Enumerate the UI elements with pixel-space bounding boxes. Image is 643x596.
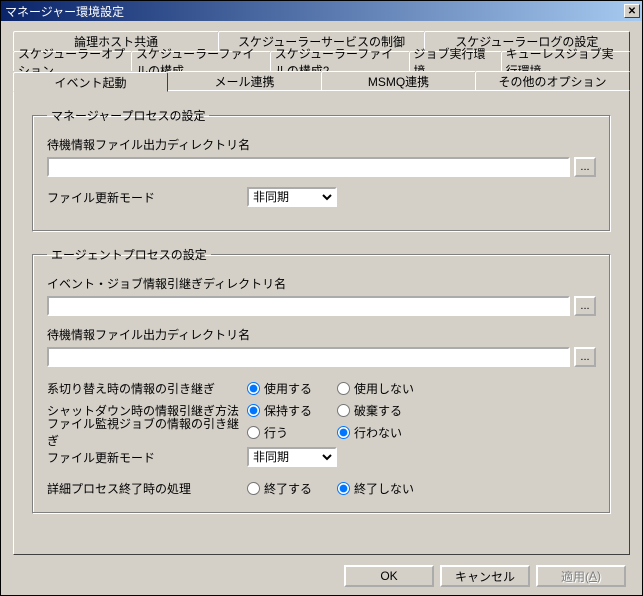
browse-mgr-wait-file-dir[interactable]: ... [574,157,596,177]
select-agent-file-update-mode[interactable]: 非同期 [247,447,337,467]
close-button[interactable]: ✕ [624,4,640,18]
ellipsis-icon: ... [580,161,589,173]
tab-scheduler-options[interactable]: スケジューラーオプション [13,51,132,71]
cancel-button[interactable]: キャンセル [440,565,530,587]
window-title: マネージャー環境設定 [5,3,124,20]
label-agent-event-job-dir: イベント・ジョブ情報引継ぎディレクトリ名 [47,275,596,292]
close-icon: ✕ [628,6,636,17]
tab-panel-event-startup: マネージャープロセスの設定 待機情報ファイル出力ディレクトリ名 ... ファイル… [13,90,630,555]
label-switchover: 系切り替え時の情報の引き継ぎ [47,380,247,397]
input-agent-event-job-dir[interactable] [47,296,570,316]
tab-mail-link[interactable]: メール連携 [167,71,322,91]
radio-filewatch-dont[interactable]: 行わない [337,424,427,441]
tab-strip: 論理ホスト共通 スケジューラーサービスの制御 スケジューラーログの設定 スケジュ… [13,31,630,91]
client-area: 論理ホスト共通 スケジューラーサービスの制御 スケジューラーログの設定 スケジュ… [1,21,642,595]
ok-button[interactable]: OK [344,565,434,587]
group-agent-process-legend: エージェントプロセスの設定 [47,246,211,263]
label-mgr-file-update-mode: ファイル更新モード [47,189,247,206]
group-manager-process: マネージャープロセスの設定 待機情報ファイル出力ディレクトリ名 ... ファイル… [32,107,611,232]
group-manager-process-legend: マネージャープロセスの設定 [47,107,209,124]
label-agent-file-update-mode: ファイル更新モード [47,449,247,466]
tab-scheduler-file-config[interactable]: スケジューラーファイルの構成 [131,51,271,71]
tab-job-exec-env[interactable]: ジョブ実行環境 [409,51,502,71]
radio-switchover-nouse[interactable]: 使用しない [337,380,427,397]
ellipsis-icon: ... [580,300,589,312]
select-mgr-file-update-mode[interactable]: 非同期 [247,187,337,207]
radio-detailproc-noend[interactable]: 終了しない [337,480,427,497]
tab-msmq-link[interactable]: MSMQ連携 [321,71,476,91]
group-agent-process: エージェントプロセスの設定 イベント・ジョブ情報引継ぎディレクトリ名 ... 待… [32,246,611,514]
window: マネージャー環境設定 ✕ 論理ホスト共通 スケジューラーサービスの制御 スケジュ… [0,0,643,596]
radio-detailproc-end[interactable]: 終了する [247,480,337,497]
tab-event-startup[interactable]: イベント起動 [13,72,168,92]
radio-shutdown-keep[interactable]: 保持する [247,402,337,419]
input-mgr-wait-file-dir[interactable] [47,157,570,177]
label-agent-wait-file-dir: 待機情報ファイル出力ディレクトリ名 [47,326,596,343]
radio-shutdown-discard[interactable]: 破棄する [337,402,427,419]
input-agent-wait-file-dir[interactable] [47,347,570,367]
browse-agent-event-job-dir[interactable]: ... [574,296,596,316]
label-mgr-wait-file-dir: 待機情報ファイル出力ディレクトリ名 [47,136,596,153]
radio-switchover-use[interactable]: 使用する [247,380,337,397]
button-bar: OK キャンセル 適用(A) [13,555,630,587]
browse-agent-wait-file-dir[interactable]: ... [574,347,596,367]
apply-button[interactable]: 適用(A) [536,565,626,587]
radio-filewatch-do[interactable]: 行う [247,424,337,441]
label-detailproc: 詳細プロセス終了時の処理 [47,480,247,497]
ellipsis-icon: ... [580,351,589,363]
tab-other-options[interactable]: その他のオプション [475,71,630,91]
tab-queueless-job-exec-env[interactable]: キューレスジョブ実行環境 [501,51,630,71]
titlebar: マネージャー環境設定 ✕ [1,1,642,21]
tab-scheduler-file-config2[interactable]: スケジューラーファイルの構成2 [270,51,410,71]
label-filewatch: ファイル監視ジョブの情報の引き継ぎ [47,415,247,449]
